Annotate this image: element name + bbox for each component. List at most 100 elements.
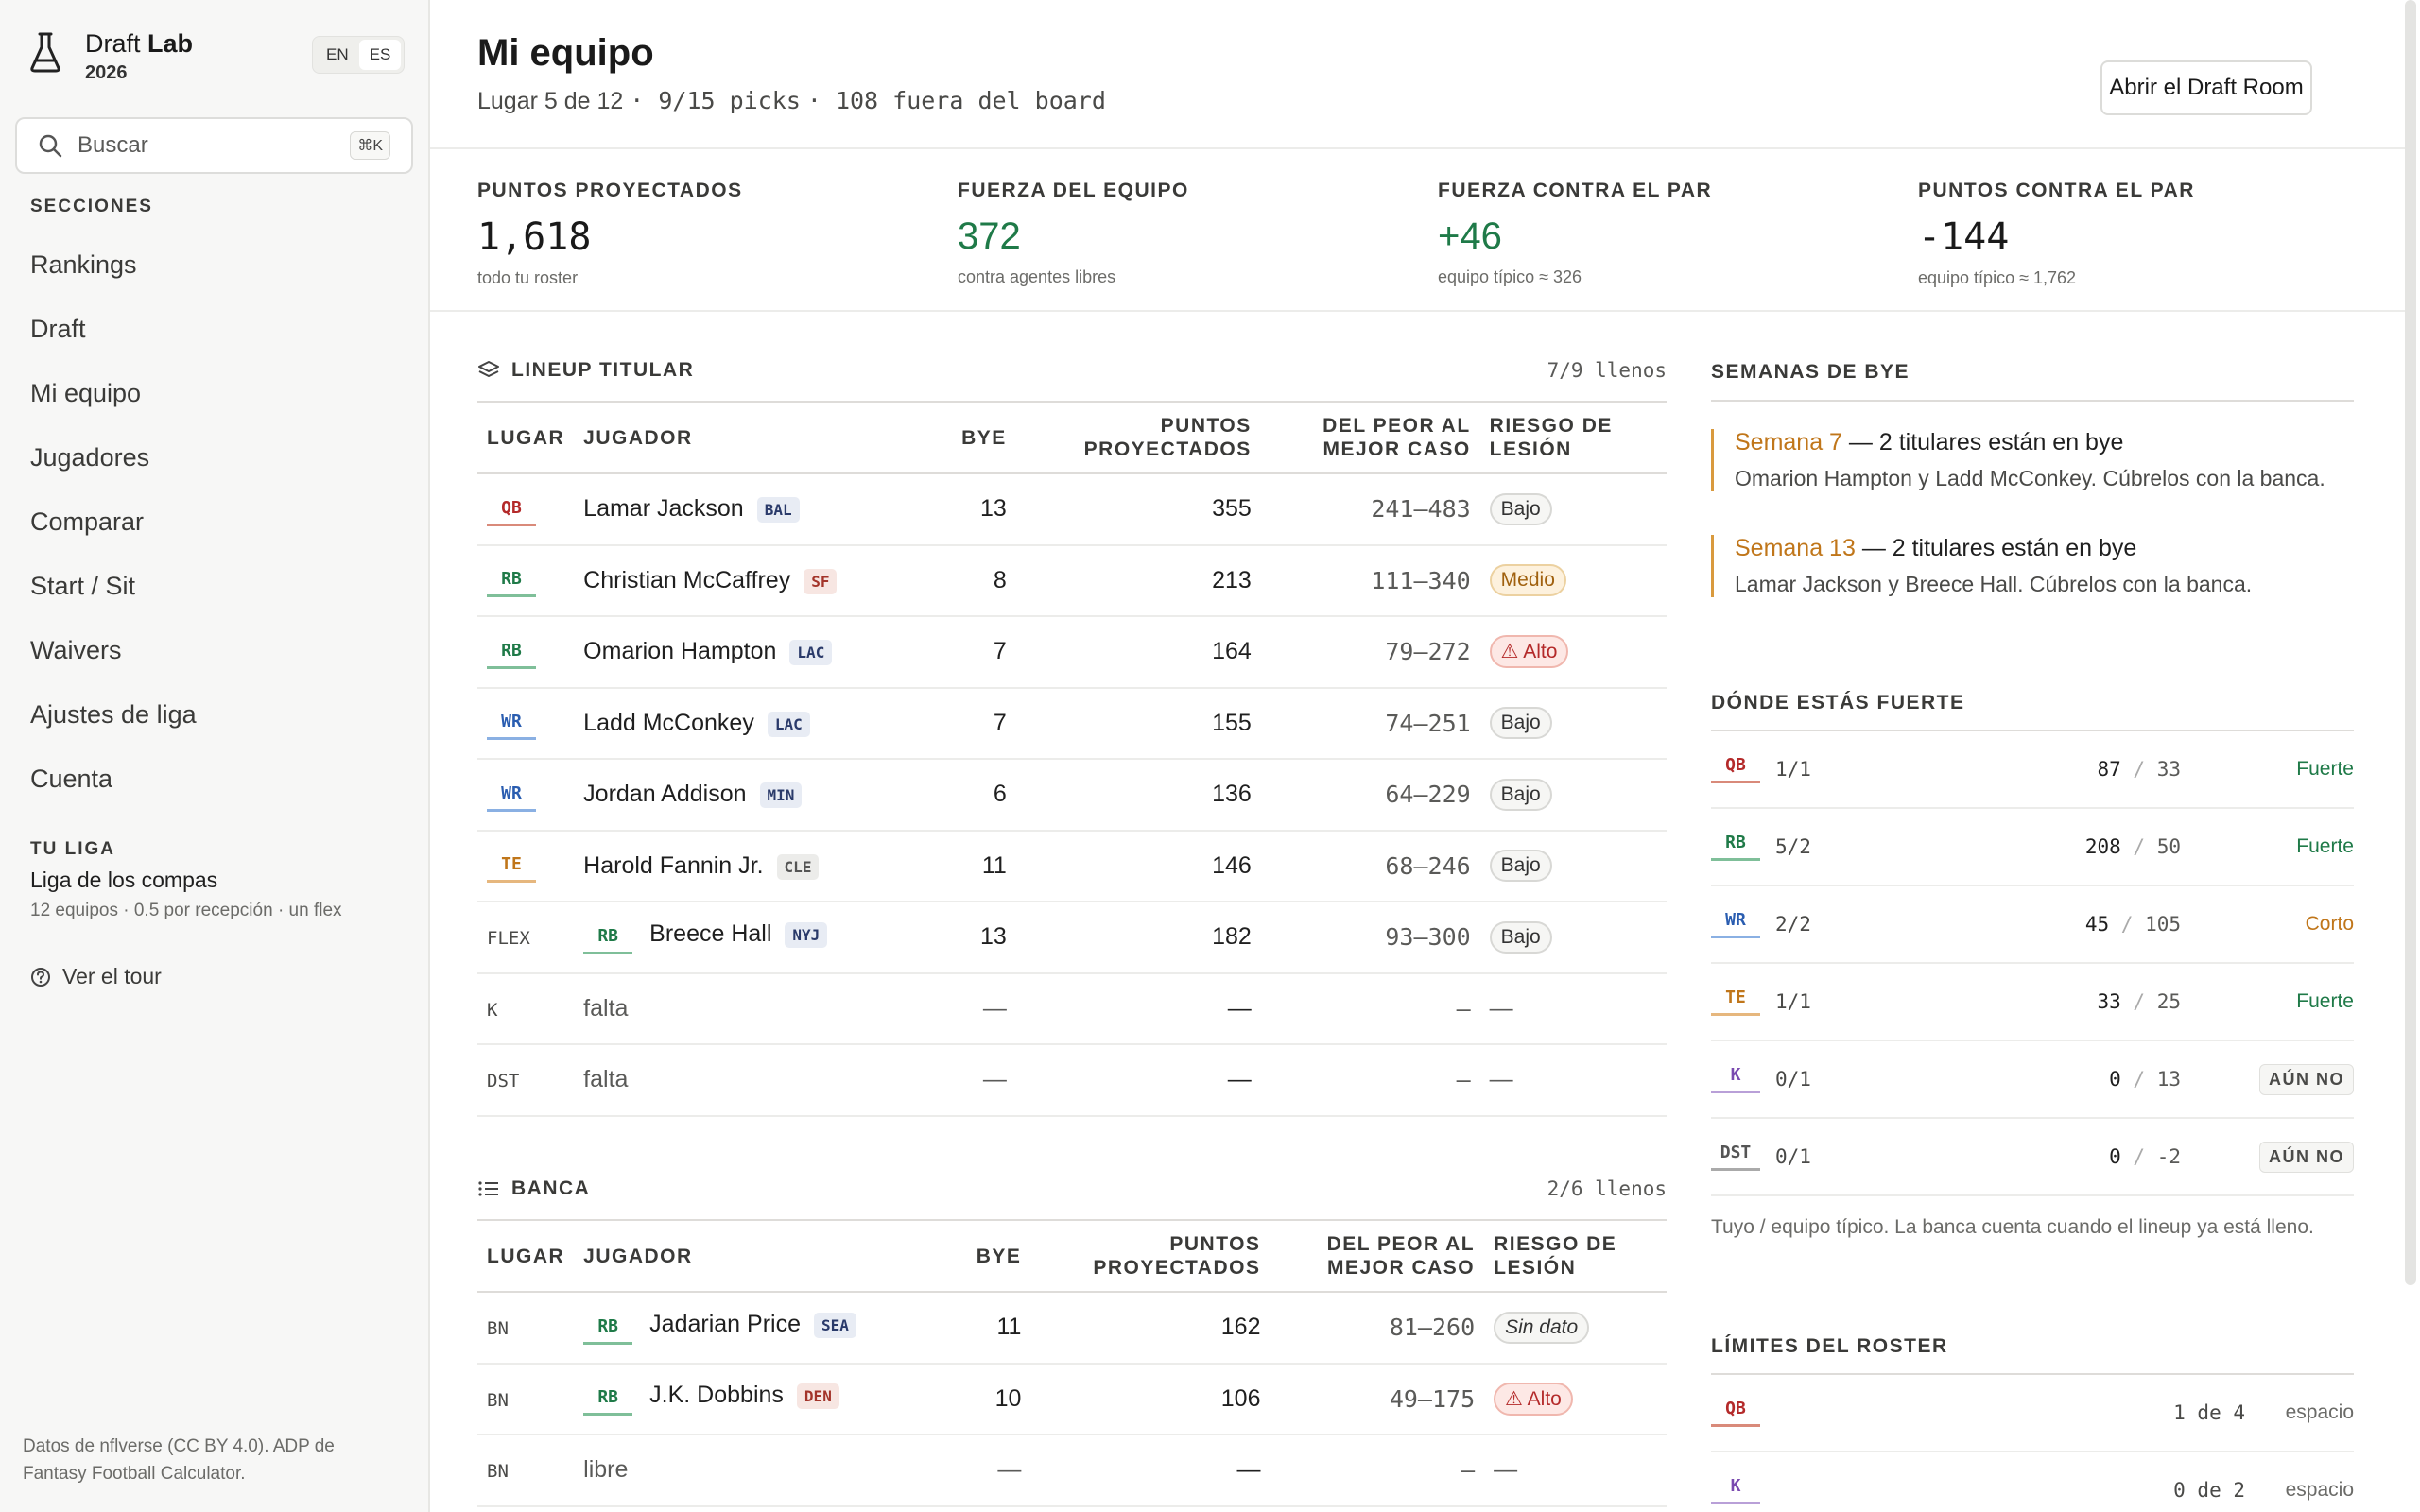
stat-value: 372	[958, 215, 1021, 257]
sidebar-item-rankings[interactable]: Rankings	[30, 236, 197, 301]
strengths-note: Tuyo / equipo típico. La banca cuenta cu…	[1711, 1216, 2314, 1238]
sidebar-item-mi-equipo[interactable]: Mi equipo	[30, 365, 197, 429]
bye-week-text: Omarion Hampton y Ladd McConkey. Cúbrelo…	[1735, 466, 2325, 490]
page-title: Mi equipo	[477, 32, 654, 74]
lang-en-button[interactable]: EN	[316, 40, 359, 70]
strength-row: TE 1/1 33 / 25 Fuerte	[1711, 964, 2354, 1041]
table-header-row: LUGAR JUGADOR BYE PUNTOS PROYECTADOS DEL …	[477, 401, 1667, 474]
brand[interactable]: Draft Lab 2026	[28, 28, 193, 85]
player-name[interactable]: Jordan Addison	[583, 781, 746, 807]
col-bye: BYE	[931, 401, 1016, 474]
position-badge: RB	[1711, 833, 1760, 861]
point-range: 49–175	[1270, 1363, 1485, 1435]
stats-divider	[430, 310, 2411, 312]
limit-value: 0 de 2	[2173, 1479, 2245, 1502]
col-bye: BYE	[948, 1219, 1031, 1293]
off-board-count: 108 fuera del board	[835, 87, 1106, 114]
player-name[interactable]: Omarion Hampton	[583, 638, 776, 664]
table-row[interactable]: WR Jordan Addison MIN 6 136 64–229 Bajo	[477, 759, 1667, 832]
point-range: —	[1270, 1435, 1485, 1507]
strength-values: 0 / 13	[2109, 1068, 2181, 1091]
sidebar-item-comparar[interactable]: Comparar	[30, 493, 197, 558]
stat-label: PUNTOS CONTRA EL PAR	[1918, 180, 2195, 201]
injury-risk-badge: ⚠ Alto	[1494, 1382, 1573, 1416]
team-badge: LAC	[767, 711, 810, 737]
table-row[interactable]: FLEX RB Breece Hall NYJ 13 182 93–300 Bajo	[477, 902, 1667, 974]
sidebar-item-waivers[interactable]: Waivers	[30, 622, 197, 686]
roster-limit-row: QB 1 de 4 espacio	[1711, 1375, 2354, 1452]
table-row[interactable]: DST falta — — — —	[477, 1044, 1667, 1117]
table-row[interactable]: RB Christian McCaffrey SF 8 213 111–340 Medio	[477, 544, 1667, 617]
table-row[interactable]: QB Lamar Jackson BAL 13 355 241–483 Bajo	[477, 473, 1667, 546]
sidebar-item-ajustes[interactable]: Ajustes de liga	[30, 686, 197, 750]
strength-row: RB 5/2 208 / 50 Fuerte	[1711, 809, 2354, 886]
bye-week: 6	[931, 759, 1016, 832]
limits-title: LÍMITES DEL ROSTER	[1711, 1335, 1948, 1357]
position-badge: RB	[583, 926, 633, 954]
position-badge: TE	[487, 854, 536, 884]
col-slot: LUGAR	[477, 1219, 575, 1293]
stat-team-strength: FUERZA DEL EQUIPO 372 contra agentes lib…	[958, 180, 1189, 287]
empty-slot-label: falta	[583, 1066, 629, 1093]
bye-week-headline: Semana 7 — 2 titulares están en bye	[1735, 429, 2124, 455]
table-row[interactable]: Kfalta — — — —	[477, 972, 1667, 1045]
injury-risk-badge: Bajo	[1489, 778, 1552, 811]
injury-risk-badge: Bajo	[1489, 707, 1552, 740]
scrollbar[interactable]	[2405, 0, 2416, 1285]
table-row[interactable]: BN RB J.K. Dobbins DEN 10 106 49–175 ⚠ Alto	[477, 1363, 1667, 1435]
bench-title: BANCA	[511, 1177, 591, 1199]
sidebar-item-start-sit[interactable]: Start / Sit	[30, 558, 197, 622]
strength-tag: Fuerte	[2296, 990, 2354, 1012]
player-name[interactable]: Jadarian Price	[649, 1311, 801, 1337]
bench-count: 2/6 llenos	[1547, 1177, 1667, 1200]
warning-icon: ⚠	[1505, 1387, 1528, 1410]
position-badge: K	[1711, 1065, 1760, 1093]
player-name[interactable]: Lamar Jackson	[583, 495, 744, 522]
point-range: —	[1260, 972, 1480, 1045]
strength-values: 45 / 105	[2084, 913, 2181, 936]
table-row[interactable]: WR Ladd McConkey LAC 7 155 74–251 Bajo	[477, 687, 1667, 760]
table-row[interactable]: BN libre — — — —	[477, 1435, 1667, 1507]
position-badge: RB	[583, 1387, 633, 1417]
sidebar-item-jugadores[interactable]: Jugadores	[30, 429, 197, 493]
player-name[interactable]: Harold Fannin Jr.	[583, 852, 763, 879]
limit-value: 1 de 4	[2173, 1401, 2245, 1424]
stat-strength-vs-par: FUERZA CONTRA EL PAR +46 equipo típico ≈…	[1438, 180, 1712, 287]
player-name[interactable]: Breece Hall	[649, 920, 771, 947]
strength-values: 0 / -2	[2109, 1145, 2181, 1168]
app-year: 2026	[85, 62, 128, 83]
app-name: Draft Lab	[85, 29, 194, 58]
projected-points: 213	[1015, 544, 1261, 617]
slot-label: BN	[487, 1461, 509, 1483]
player-name[interactable]: Ladd McConkey	[583, 710, 754, 736]
team-badge: MIN	[759, 782, 803, 809]
team-badge: CLE	[776, 853, 820, 880]
open-draft-room-button[interactable]: Abrir el Draft Room	[2100, 60, 2312, 115]
bye-week: 11	[948, 1292, 1031, 1365]
team-badge: NYJ	[785, 921, 828, 948]
position-badge: WR	[487, 712, 536, 741]
table-row[interactable]: RB Omarion Hampton LAC 7 164 79–272 ⚠ Alto	[477, 616, 1667, 689]
tour-link[interactable]: Ver el tour	[30, 964, 162, 989]
stat-sub: contra agentes libres	[958, 267, 1116, 286]
position-badge: RB	[487, 641, 536, 669]
bye-week-card: Semana 7 — 2 titulares están en bye Omar…	[1711, 429, 2354, 491]
lineup-section-header: LINEUP TITULAR 7/9 llenos	[477, 359, 1667, 382]
player-name[interactable]: Christian McCaffrey	[583, 567, 790, 593]
sidebar-item-cuenta[interactable]: Cuenta	[30, 750, 197, 815]
col-player: JUGADOR	[574, 1219, 949, 1293]
slot-label: K	[487, 999, 498, 1021]
sidebar-item-draft[interactable]: Draft	[30, 301, 197, 365]
data-attribution: Datos de nflverse (CC BY 4.0). ADP de Fa…	[23, 1436, 335, 1484]
bye-week-card: Semana 13 — 2 titulares están en bye Lam…	[1711, 535, 2354, 597]
team-badge: SEA	[813, 1312, 856, 1338]
projected-points: 164	[1015, 616, 1261, 689]
projected-points: —	[1030, 1435, 1270, 1507]
stat-label: PUNTOS PROYECTADOS	[477, 180, 743, 201]
bye-week: 13	[931, 473, 1016, 546]
lang-es-button[interactable]: ES	[358, 40, 402, 70]
search-input[interactable]: Buscar ⌘K	[15, 117, 413, 174]
table-row[interactable]: TE Harold Fannin Jr. CLE 11 146 68–246 Bajo	[477, 830, 1667, 902]
table-row[interactable]: BN RB Jadarian Price SEA 11 162 81–260 Sin dato	[477, 1292, 1667, 1365]
player-name[interactable]: J.K. Dobbins	[649, 1382, 784, 1408]
